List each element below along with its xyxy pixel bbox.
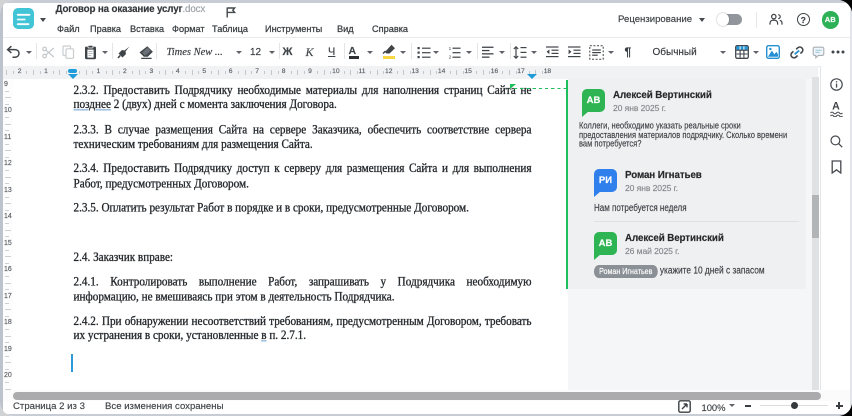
svg-text:1: 1 [449, 46, 452, 51]
svg-text:А: А [832, 101, 840, 113]
svg-text:2: 2 [449, 54, 452, 58]
